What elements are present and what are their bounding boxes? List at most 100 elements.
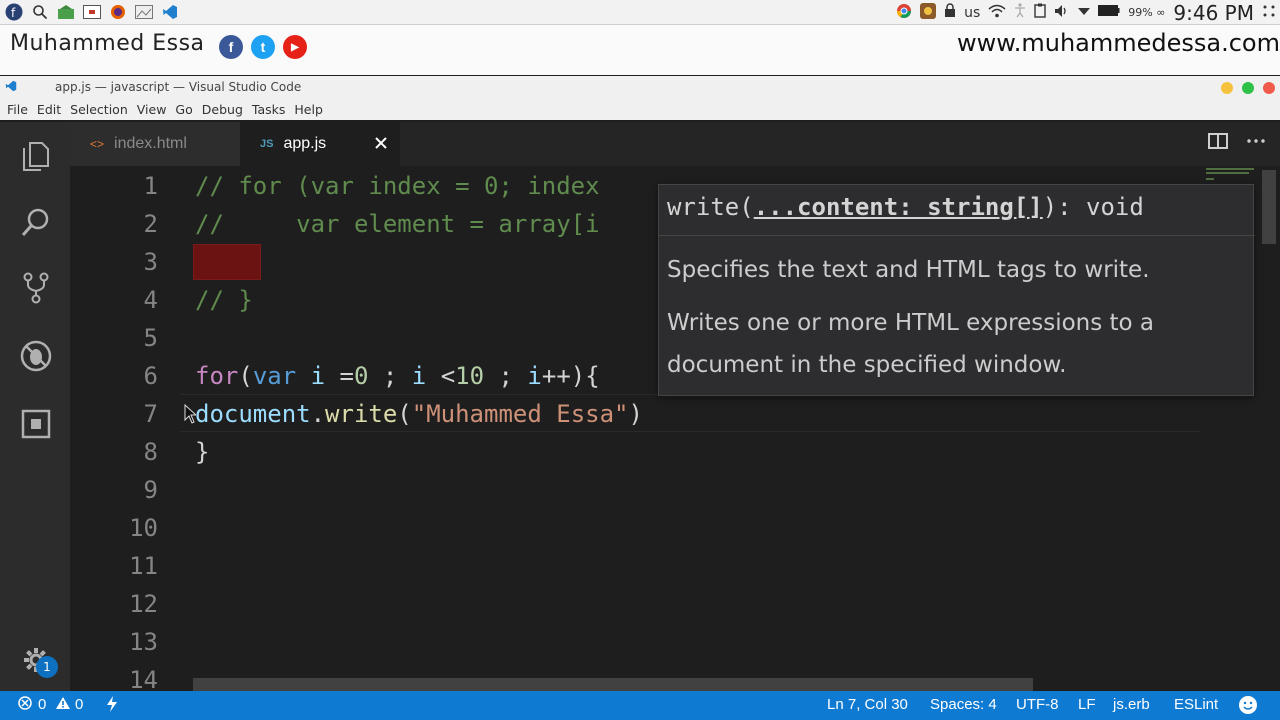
error-icon[interactable] [18, 696, 32, 714]
window-title: app.js — javascript — Visual Studio Code [55, 80, 302, 94]
os-top-panel: f us 99% ∞ 9:46 PM [0, 0, 1280, 25]
language-mode[interactable]: js.erb [1113, 696, 1150, 713]
hover-tooltip: write(...content: string[]): void Specif… [658, 184, 1255, 396]
battery-icon[interactable] [1098, 5, 1120, 20]
line-number: 11 [129, 552, 158, 580]
menu-edit[interactable]: Edit [37, 102, 61, 117]
function-signature: write(...content: string[]): void [667, 193, 1144, 221]
battery-level: 99% ∞ [1128, 6, 1166, 19]
settings-update-badge: 1 [36, 656, 58, 678]
minimize-button[interactable] [1221, 82, 1233, 94]
warning-count[interactable]: 0 [75, 696, 83, 713]
line-ending[interactable]: LF [1078, 696, 1096, 713]
line-number: 4 [143, 286, 158, 314]
js-file-icon: JS [260, 138, 274, 150]
line-number: 14 [129, 666, 158, 691]
extensions-icon[interactable] [18, 406, 54, 442]
line-number: 12 [129, 590, 158, 618]
code-line-6: for(var i =0 ; i <10 ; i++){ [195, 362, 600, 390]
accessibility-icon[interactable] [1014, 3, 1026, 22]
tab-index-html[interactable]: <> index.html [70, 122, 240, 166]
activity-bar: 1 [0, 122, 70, 691]
maximize-button[interactable] [1242, 82, 1254, 94]
menu-bar: File Edit Selection View Go Debug Tasks … [0, 98, 1280, 120]
eslint-status[interactable]: ESLint [1174, 696, 1218, 713]
menu-file[interactable]: File [7, 102, 28, 117]
app-tray-icon[interactable] [920, 2, 937, 23]
home-folder-icon[interactable] [54, 1, 78, 23]
source-control-icon[interactable] [18, 270, 54, 306]
mouse-cursor-icon [184, 403, 198, 428]
window-titlebar: app.js — javascript — Visual Studio Code [0, 76, 1280, 98]
indentation[interactable]: Spaces: 4 [930, 696, 997, 713]
line-number: 7 [143, 400, 158, 428]
tab-label: index.html [114, 135, 187, 152]
feedback-smiley-icon[interactable] [1238, 695, 1258, 719]
line-number: 9 [143, 476, 158, 504]
html-file-icon: <> [90, 137, 105, 151]
keyboard-language[interactable]: us [964, 5, 980, 21]
twitter-icon: t [251, 35, 275, 59]
fedora-logo-icon[interactable]: f [2, 1, 26, 23]
more-actions-icon[interactable] [1246, 132, 1266, 155]
code-line-8: } [195, 438, 210, 466]
lock-icon[interactable] [944, 3, 956, 22]
close-icon[interactable] [374, 134, 388, 155]
system-menu-icon[interactable] [1262, 4, 1276, 22]
wifi-icon[interactable] [988, 4, 1006, 22]
tooltip-divider [659, 235, 1255, 236]
chrome-tray-icon[interactable] [896, 3, 912, 23]
error-count[interactable]: 0 [38, 696, 46, 713]
line-number: 6 [143, 362, 158, 390]
system-tray: us 99% ∞ 9:46 PM [896, 0, 1276, 25]
line-number: 2 [143, 210, 158, 238]
status-bar: 0 0 Ln 7, Col 30 Spaces: 4 UTF-8 LF js.e… [0, 691, 1280, 720]
line-number: 5 [143, 324, 158, 352]
code-line-1: // for (var index = 0; index [195, 172, 615, 200]
search-icon[interactable] [18, 204, 54, 240]
file-encoding[interactable]: UTF-8 [1016, 696, 1059, 713]
clipboard-icon[interactable] [1034, 3, 1046, 22]
tab-label: app.js [283, 135, 327, 152]
search-icon[interactable] [28, 1, 52, 23]
explorer-icon[interactable] [18, 138, 54, 174]
firefox-icon[interactable] [106, 1, 130, 23]
menu-help[interactable]: Help [294, 102, 323, 117]
line-number: 3 [143, 248, 158, 276]
tooltip-description: Writes one or more HTML expressions to a… [667, 310, 1155, 378]
tab-app-js[interactable]: JS app.js [240, 122, 400, 166]
lightning-icon[interactable] [106, 696, 118, 716]
horizontal-scrollbar[interactable] [193, 678, 1033, 691]
channel-banner: Muhammed Essa f t ▶ www.muhammedessa.com [0, 25, 1280, 75]
code-line-2: // var element = array[i [195, 210, 600, 238]
cursor-position[interactable]: Ln 7, Col 30 [827, 696, 908, 713]
warning-icon[interactable] [55, 696, 71, 714]
banner-url: www.muhammedessa.com [957, 29, 1280, 57]
menu-debug[interactable]: Debug [202, 102, 243, 117]
chevron-down-icon[interactable] [1078, 5, 1091, 20]
line-number: 13 [129, 628, 158, 656]
menu-go[interactable]: Go [175, 102, 192, 117]
editor-actions [1208, 132, 1266, 155]
line-number: 1 [143, 172, 158, 200]
terminal-icon[interactable] [80, 1, 104, 23]
vscode-logo-icon [0, 80, 22, 95]
youtube-icon: ▶ [283, 35, 307, 59]
menu-selection[interactable]: Selection [70, 102, 128, 117]
tooltip-summary: Specifies the text and HTML tags to writ… [667, 257, 1150, 283]
banner-name: Muhammed Essa [10, 31, 205, 56]
facebook-icon: f [219, 35, 243, 59]
vertical-scrollbar[interactable] [1262, 170, 1276, 244]
code-line-7: document.write("Muhammed Essa") [195, 400, 643, 428]
split-editor-icon[interactable] [1208, 132, 1228, 155]
code-line-4: // } [195, 286, 253, 314]
close-button[interactable] [1263, 82, 1275, 94]
image-viewer-icon[interactable] [132, 1, 156, 23]
vscode-icon[interactable] [158, 1, 182, 23]
debug-icon[interactable] [18, 338, 54, 374]
menu-view[interactable]: View [137, 102, 167, 117]
volume-icon[interactable] [1054, 4, 1070, 22]
clock[interactable]: 9:46 PM [1173, 1, 1254, 25]
editor-tab-bar: <> index.html JS app.js [70, 122, 1280, 166]
menu-tasks[interactable]: Tasks [252, 102, 286, 117]
